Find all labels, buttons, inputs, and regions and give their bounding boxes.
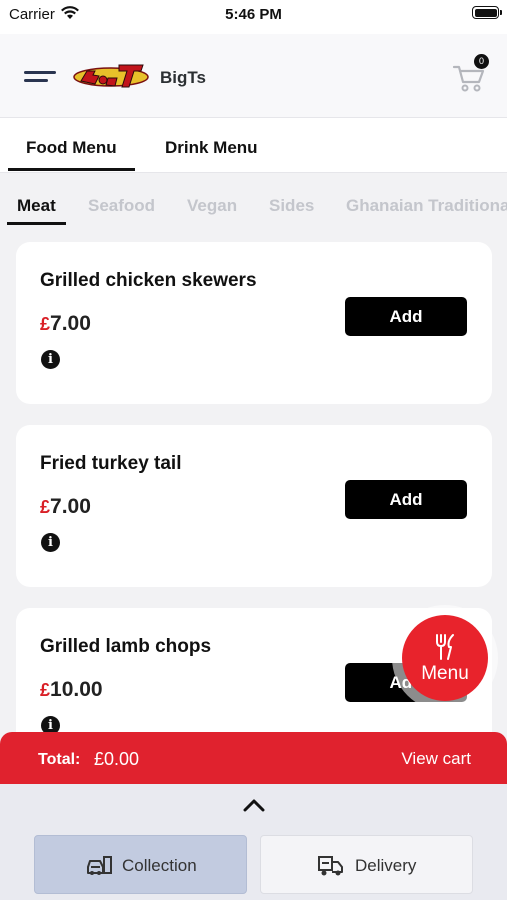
category-tab-sides[interactable]: Sides [269, 196, 314, 216]
item-price: £10.00 [40, 678, 103, 702]
view-cart-link[interactable]: View cart [401, 749, 471, 769]
category-tabs: Meat Seafood Vegan Sides Ghanaian Tradit… [0, 172, 507, 225]
price-value: 10.00 [50, 678, 103, 701]
total-label: Total: [38, 751, 81, 768]
add-button[interactable]: Add [345, 480, 467, 519]
chevron-up-icon[interactable] [242, 797, 266, 813]
menu-type-tabs: Food Menu Drink Menu [0, 118, 507, 172]
category-tab-ghanaian-traditional[interactable]: Ghanaian Traditional [346, 196, 507, 216]
bigts-logo [73, 64, 149, 88]
item-name: Fried turkey tail [40, 453, 182, 474]
status-bar: Carrier 5:46 PM [0, 0, 507, 34]
item-name: Grilled lamb chops [40, 636, 212, 657]
delivery-label: Delivery [355, 856, 417, 875]
order-mode-panel: Collection Delivery [0, 784, 507, 900]
tab-drink-menu[interactable]: Drink Menu [165, 138, 258, 158]
app-header: BigTs 0 [0, 34, 507, 118]
collection-label: Collection [122, 856, 197, 875]
category-tab-meat[interactable]: Meat [7, 196, 66, 225]
add-button[interactable]: Add [345, 297, 467, 336]
cart-count-badge: 0 [474, 54, 489, 69]
currency-symbol: £ [40, 314, 51, 334]
cart-total-bar: Total: £0.00 View cart [0, 732, 507, 784]
menu-fab-label: Menu [421, 663, 469, 684]
currency-symbol: £ [40, 497, 51, 517]
tab-food-menu[interactable]: Food Menu [8, 138, 135, 171]
clock: 5:46 PM [225, 6, 282, 23]
category-tab-vegan[interactable]: Vegan [187, 196, 237, 216]
item-price: £7.00 [40, 495, 91, 519]
battery-icon [472, 6, 502, 19]
collection-car-icon [87, 856, 112, 875]
collection-button[interactable]: Collection [34, 835, 247, 894]
info-icon[interactable]: i [41, 350, 60, 369]
category-tab-seafood[interactable]: Seafood [88, 196, 155, 216]
hamburger-menu-icon[interactable] [24, 68, 58, 88]
delivery-button[interactable]: Delivery [260, 835, 473, 894]
item-name: Grilled chicken skewers [40, 270, 257, 291]
menu-fab-button[interactable]: Menu [402, 615, 488, 701]
price-value: 7.00 [50, 312, 91, 335]
menu-item-card: Fried turkey tail £7.00 i Add [16, 425, 492, 587]
delivery-truck-icon [318, 856, 343, 876]
brand-name: BigTs [160, 68, 206, 87]
currency-symbol: £ [40, 680, 51, 700]
menu-item-card: Grilled chicken skewers £7.00 i Add [16, 242, 492, 404]
fork-knife-icon [436, 634, 454, 660]
total-value: £0.00 [94, 749, 140, 769]
info-icon[interactable]: i [41, 533, 60, 552]
item-price: £7.00 [40, 312, 91, 336]
price-value: 7.00 [50, 495, 91, 518]
